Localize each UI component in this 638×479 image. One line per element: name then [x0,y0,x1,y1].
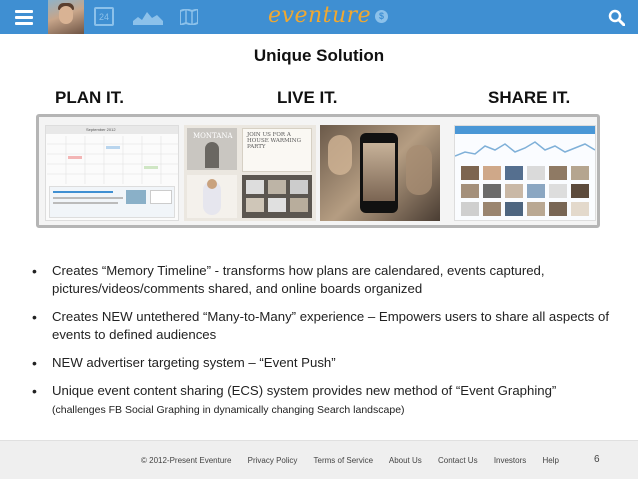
footer-copyright: © 2012-Present Eventure [141,456,232,465]
map-icon[interactable] [180,9,198,25]
event-invite-collage: MONTANA JOIN US FOR A HOUSE WARMING PART… [184,125,316,221]
bullet-text: Unique event content sharing (ECS) syste… [52,383,557,398]
bullet-item: NEW advertiser targeting system – “Event… [30,354,610,372]
footer-links: © 2012-Present Eventure Privacy Policy T… [141,456,573,465]
column-heading-share: SHARE IT. [488,88,571,107]
poster-title: MONTANA [193,132,233,140]
calendar-grid [47,136,179,184]
calendar-icon[interactable]: 24 [94,7,114,26]
bullet-text: NEW advertiser targeting system – “Event… [52,355,336,370]
footer-link-about[interactable]: About Us [389,456,422,465]
footer-link-terms[interactable]: Terms of Service [314,456,374,465]
bullet-list: Creates “Memory Timeline” - transforms h… [30,262,610,428]
top-nav-bar: 24 eventure $ [0,0,638,34]
phone-photo [320,125,440,221]
screenshot-strip: September 2012 MONTANA JOIN US FOR A HOU… [36,114,600,228]
column-heading-live: LIVE IT. [277,88,338,107]
slide-title: Unique Solution [253,46,385,65]
board-banner-graph [455,141,595,157]
bullet-item: Creates NEW untethered “Many-to-Many” ex… [30,308,610,344]
avatar[interactable] [48,0,84,34]
bullet-text: Creates “Memory Timeline” - transforms h… [52,263,545,296]
chart-icon[interactable] [133,9,163,25]
bullet-item: Creates “Memory Timeline” - transforms h… [30,262,610,298]
invite-text: JOIN US FOR A HOUSE WARMING PARTY [247,132,301,150]
footer: © 2012-Present Eventure Privacy Policy T… [0,440,638,479]
footer-link-investors[interactable]: Investors [494,456,526,465]
column-heading-plan: PLAN IT. [55,88,124,107]
footer-link-help[interactable]: Help [543,456,559,465]
eventure-logo[interactable]: eventure [268,3,371,28]
page-number: 6 [594,454,600,465]
bullet-text: Creates NEW untethered “Many-to-Many” ex… [52,309,610,342]
search-icon[interactable] [608,9,625,26]
calendar-header-text: September 2012 [86,127,116,132]
menu-icon[interactable] [15,10,33,25]
share-board-screenshot [454,125,596,221]
calendar-screenshot: September 2012 [45,125,179,221]
bullet-subtext: (challenges FB Social Graphing in dynami… [52,404,405,416]
footer-link-contact[interactable]: Contact Us [438,456,478,465]
bullet-item: Unique event content sharing (ECS) syste… [30,382,610,418]
coin-icon[interactable]: $ [375,10,388,23]
footer-link-privacy[interactable]: Privacy Policy [248,456,298,465]
